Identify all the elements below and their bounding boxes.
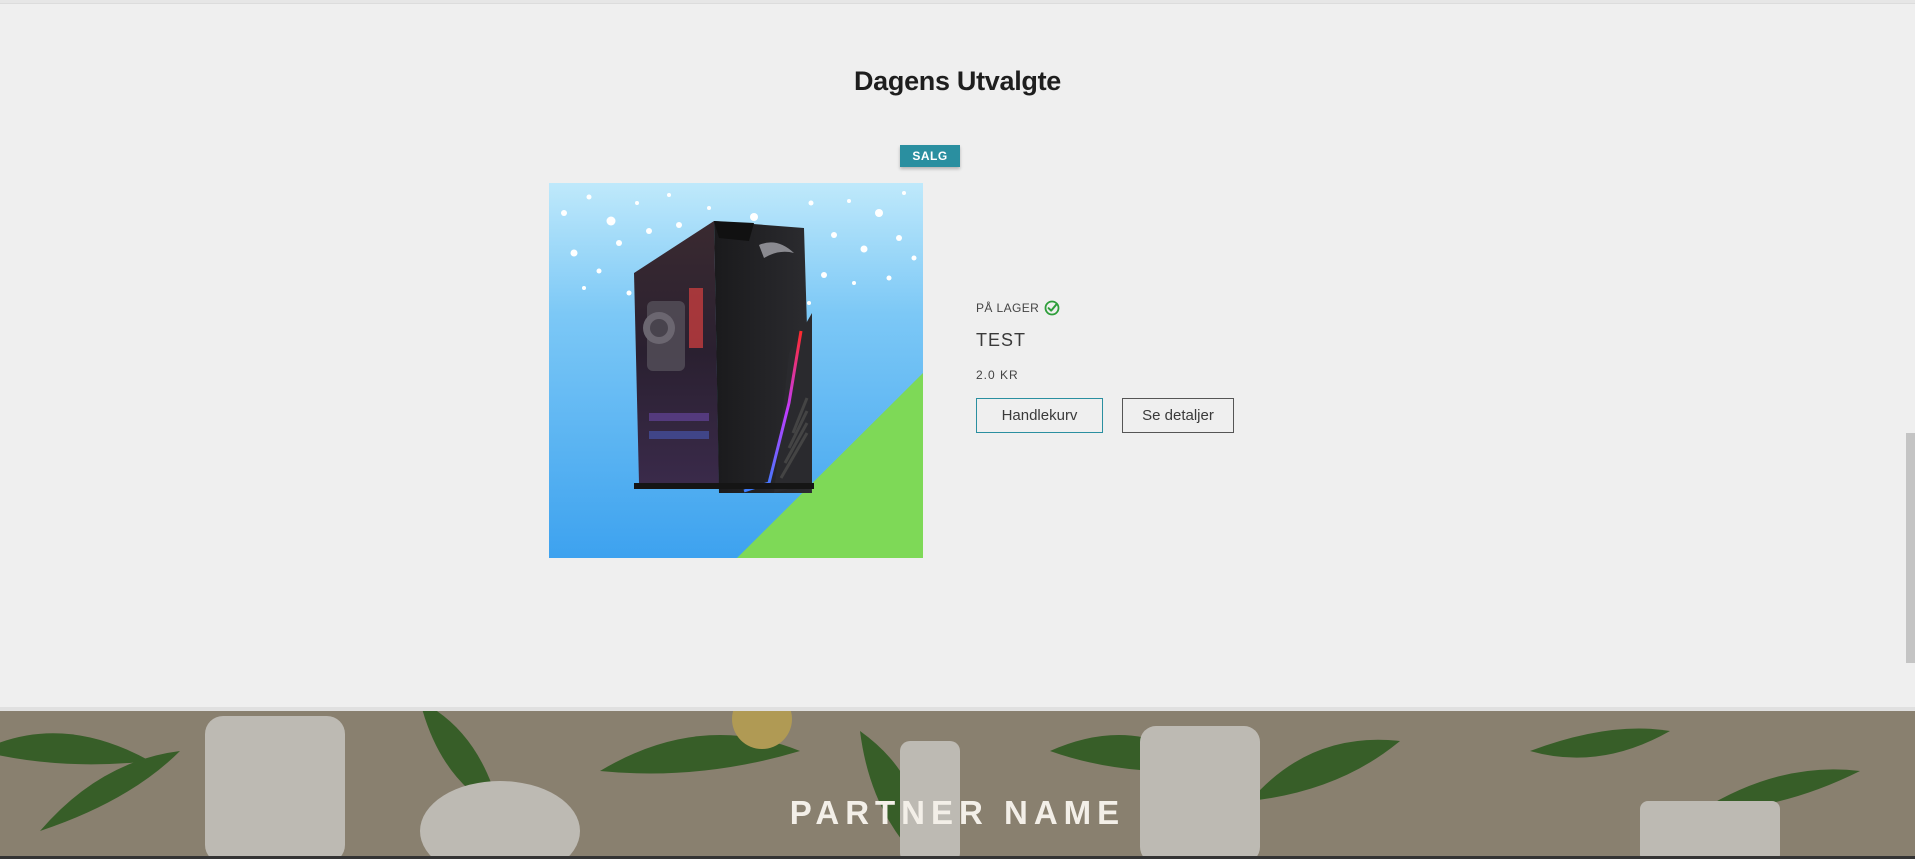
product-price: 2.0 KR bbox=[976, 368, 1019, 382]
stock-status-label: PÅ LAGER bbox=[976, 301, 1040, 315]
product-image-graphic bbox=[549, 183, 923, 558]
sale-badge: SALG bbox=[900, 145, 960, 167]
check-circle-icon bbox=[1044, 300, 1060, 316]
section-title: Dagens Utvalgte bbox=[853, 66, 1062, 96]
see-details-button[interactable]: Se detaljer bbox=[1122, 398, 1234, 433]
product-image[interactable] bbox=[549, 183, 923, 558]
product-actions: Handlekurv Se detaljer bbox=[976, 398, 1376, 433]
stock-status: PÅ LAGER bbox=[976, 300, 1376, 316]
add-to-cart-button[interactable]: Handlekurv bbox=[976, 398, 1103, 433]
product-name[interactable]: TEST bbox=[976, 330, 1376, 351]
partner-banner: PARTNER NAME bbox=[0, 707, 1915, 859]
product-info: PÅ LAGER TEST 2.0 KR Handlekurv Se detal… bbox=[976, 300, 1376, 433]
partner-title: PARTNER NAME bbox=[789, 794, 1126, 831]
partner-background-image bbox=[0, 711, 1915, 859]
scrollbar-thumb[interactable] bbox=[1906, 433, 1915, 663]
top-divider bbox=[0, 0, 1915, 4]
